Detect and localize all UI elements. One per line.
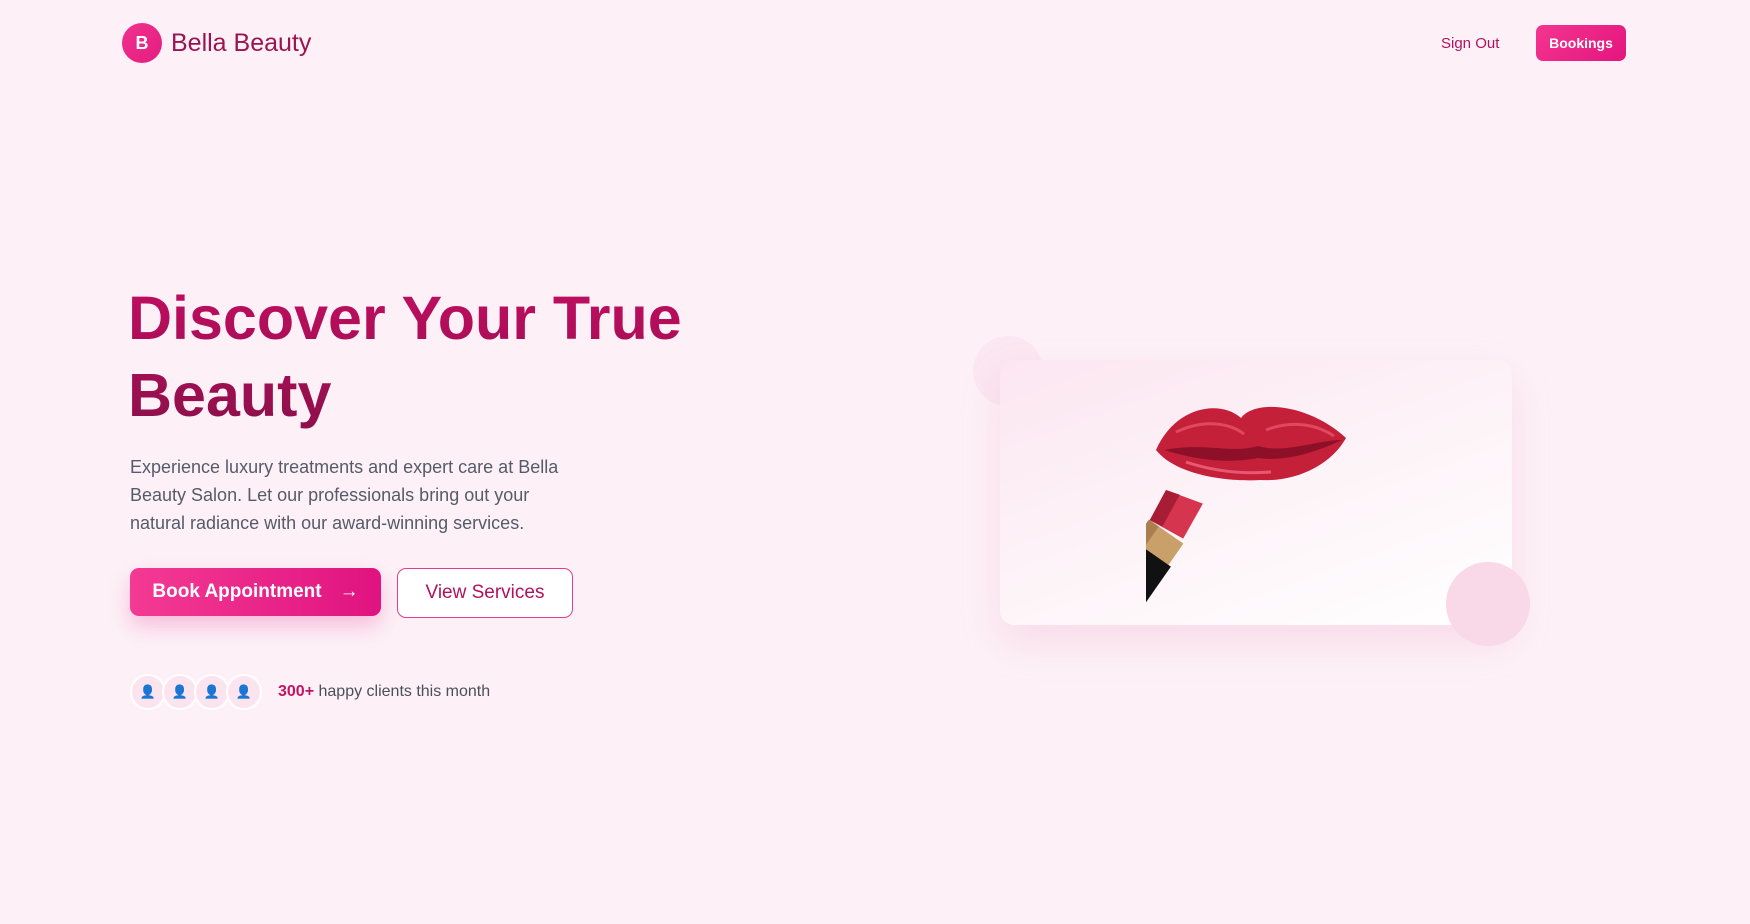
clients-count: 300+: [278, 683, 315, 700]
book-appointment-button[interactable]: Book Appointment →: [130, 568, 381, 616]
decorative-circle: [1446, 562, 1530, 646]
lips-and-lipstick-icon: [1146, 406, 1346, 610]
hero-title: Discover Your True Beauty: [128, 280, 748, 434]
brand-name: Bella Beauty: [171, 28, 312, 57]
brand-logo-icon: B: [122, 23, 162, 63]
user-icon: 👤: [226, 674, 262, 710]
hero-description: Experience luxury treatments and expert …: [130, 457, 559, 533]
bookings-button[interactable]: Bookings: [1536, 25, 1626, 61]
user-icon: 👤: [162, 674, 198, 710]
top-navigation: B Bella Beauty Sign Out Bookings: [0, 0, 1750, 88]
arrow-right-icon: →: [339, 581, 359, 602]
hero-image-card: [1000, 360, 1512, 625]
view-services-button[interactable]: View Services: [397, 568, 573, 618]
user-icon: 👤: [194, 674, 230, 710]
brand-logo-link[interactable]: B Bella Beauty: [122, 23, 311, 63]
book-appointment-label: Book Appointment: [152, 581, 322, 602]
user-icon: 👤: [130, 674, 166, 710]
client-avatars: 👤 👤 👤 👤: [130, 674, 262, 710]
sign-out-link[interactable]: Sign Out: [1441, 35, 1499, 52]
clients-label: happy clients this month: [318, 683, 491, 700]
happy-clients-row: 👤 👤 👤 👤 300+ happy clients this month: [130, 674, 490, 710]
happy-clients-text: 300+ happy clients this month: [278, 683, 490, 701]
